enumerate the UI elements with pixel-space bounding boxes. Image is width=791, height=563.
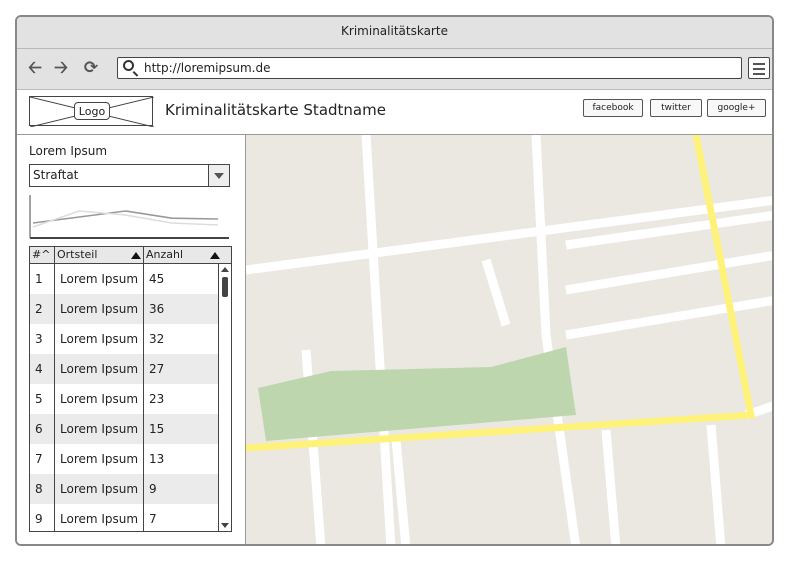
facebook-button[interactable]: facebook [583, 99, 643, 117]
table-header: #^ Ortsteil Anzahl [30, 247, 231, 264]
cell-ortsteil: Lorem Ipsum [60, 422, 139, 436]
column-header-ortsteil-label: Ortsteil [57, 248, 98, 261]
cell-number: 4 [35, 362, 43, 376]
cell-anzahl: 23 [149, 392, 165, 406]
crime-map[interactable] [246, 135, 774, 546]
cell-ortsteil: Lorem Ipsum [60, 302, 139, 316]
map-canvas[interactable] [246, 135, 774, 546]
cell-anzahl: 15 [149, 422, 165, 436]
column-header-anzahl-label: Anzahl [146, 248, 184, 261]
twitter-button[interactable]: twitter [650, 99, 702, 117]
cell-ortsteil: Lorem Ipsum [60, 482, 139, 496]
hamburger-icon[interactable] [748, 57, 770, 79]
column-header-anzahl[interactable]: Anzahl [144, 247, 231, 263]
logo-label: Logo [74, 102, 110, 120]
navigation-bar: 🡠 🡢 ⟳ http://loremipsum.de [17, 49, 772, 90]
cell-anzahl: 36 [149, 302, 165, 316]
browser-window: Kriminalitätskarte 🡠 🡢 ⟳ http://loremips… [15, 15, 774, 546]
trend-sparkline [29, 195, 229, 239]
column-divider [143, 247, 144, 531]
map-background [246, 135, 772, 544]
table-row[interactable]: 2 Lorem Ipsum 36 [30, 294, 218, 324]
cell-anzahl: 45 [149, 272, 165, 286]
cell-number: 2 [35, 302, 43, 316]
scroll-down-icon[interactable] [221, 523, 229, 528]
crime-type-select[interactable]: Straftat [29, 164, 230, 187]
table-row[interactable]: 7 Lorem Ipsum 13 [30, 444, 218, 474]
site-header: Logo Kriminalitätskarte Stadtname facebo… [17, 90, 772, 135]
scroll-up-icon[interactable] [221, 267, 229, 272]
cell-anzahl: 32 [149, 332, 165, 346]
cell-anzahl: 13 [149, 452, 165, 466]
sidebar: Lorem Ipsum Straftat #^ Ortsteil Anzahl [17, 135, 246, 544]
cell-number: 3 [35, 332, 43, 346]
arrow-left-icon[interactable]: 🡠 [25, 58, 45, 78]
cell-ortsteil: Lorem Ipsum [60, 272, 139, 286]
sidebar-title: Lorem Ipsum [29, 144, 108, 158]
table-row[interactable]: 5 Lorem Ipsum 23 [30, 384, 218, 414]
sort-ascending-icon [131, 252, 141, 259]
cell-ortsteil: Lorem Ipsum [60, 512, 139, 526]
window-title: Kriminalitätskarte [17, 17, 772, 49]
cell-number: 8 [35, 482, 43, 496]
column-divider [54, 247, 55, 531]
ranking-table: #^ Ortsteil Anzahl 1 Lorem Ipsum 45 2 Lo… [29, 246, 232, 532]
search-icon [123, 60, 134, 71]
scroll-thumb[interactable] [222, 277, 228, 297]
cell-number: 6 [35, 422, 43, 436]
cell-number: 1 [35, 272, 43, 286]
table-scrollbar[interactable] [218, 264, 231, 531]
table-row[interactable]: 9 Lorem Ipsum 7 [30, 504, 218, 531]
logo[interactable]: Logo [29, 96, 154, 127]
table-row[interactable]: 8 Lorem Ipsum 9 [30, 474, 218, 504]
cell-anzahl: 9 [149, 482, 157, 496]
table-row[interactable]: 3 Lorem Ipsum 32 [30, 324, 218, 354]
cell-ortsteil: Lorem Ipsum [60, 452, 139, 466]
cell-anzahl: 27 [149, 362, 165, 376]
column-header-ortsteil[interactable]: Ortsteil [55, 247, 144, 263]
cell-ortsteil: Lorem Ipsum [60, 392, 139, 406]
page-title: Kriminalitätskarte Stadtname [165, 101, 386, 119]
column-header-number[interactable]: #^ [30, 247, 55, 263]
arrow-right-icon[interactable]: 🡢 [51, 58, 71, 78]
cell-number: 7 [35, 452, 43, 466]
table-row[interactable]: 6 Lorem Ipsum 15 [30, 414, 218, 444]
address-bar[interactable]: http://loremipsum.de [117, 57, 742, 79]
cell-ortsteil: Lorem Ipsum [60, 362, 139, 376]
url-text: http://loremipsum.de [144, 61, 271, 75]
cell-number: 5 [35, 392, 43, 406]
cell-ortsteil: Lorem Ipsum [60, 332, 139, 346]
select-value: Straftat [33, 168, 79, 182]
google-plus-button[interactable]: google+ [707, 99, 766, 117]
cell-anzahl: 7 [149, 512, 157, 526]
cell-number: 9 [35, 512, 43, 526]
chevron-down-icon[interactable] [208, 165, 229, 186]
sort-ascending-icon [210, 252, 220, 259]
table-row[interactable]: 1 Lorem Ipsum 45 [30, 264, 218, 294]
reload-icon[interactable]: ⟳ [81, 58, 101, 78]
table-row[interactable]: 4 Lorem Ipsum 27 [30, 354, 218, 384]
